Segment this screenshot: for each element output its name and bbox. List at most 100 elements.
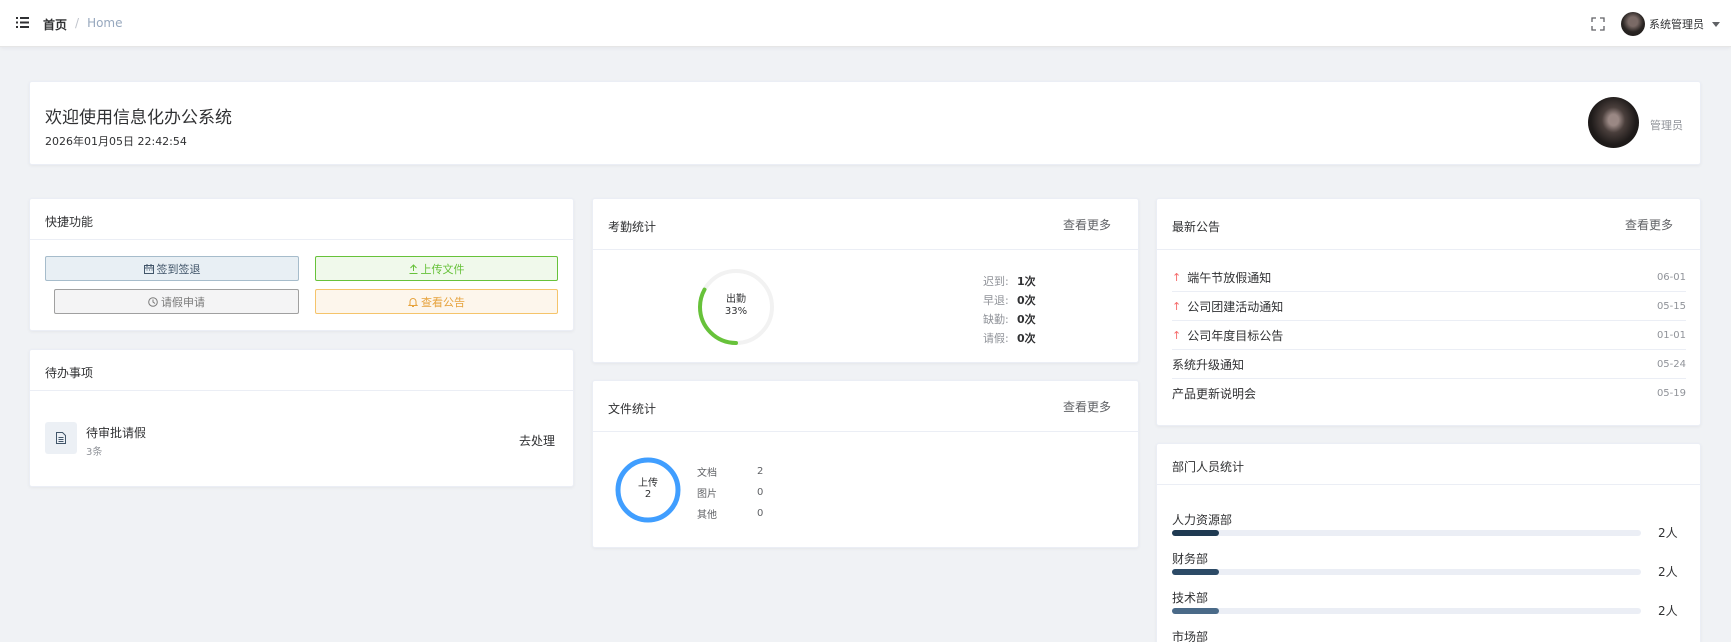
sign-in-out-label: 签到签退 — [156, 262, 201, 276]
file-stats-title: 文件统计 — [608, 402, 657, 416]
notice-item[interactable]: 系统升级通知 05-24 — [1172, 350, 1686, 379]
file-ring-total: 2 — [644, 489, 652, 500]
department-name: 财务部 — [1172, 552, 1209, 566]
notices-more-link[interactable]: 查看更多 — [1625, 216, 1673, 233]
breadcrumb-current: Home — [87, 16, 123, 30]
department-count: 2人 — [1658, 604, 1678, 618]
stat-absent: 缺勤: 0次 — [983, 312, 1036, 326]
department-row: 人力资源部 2人 — [1172, 511, 1686, 540]
file-ring-label: 上传 — [638, 478, 658, 489]
breadcrumb-home[interactable]: 首页 — [43, 16, 67, 33]
card-header: 快捷功能 — [30, 199, 573, 240]
view-notices-label: 查看公告 — [421, 295, 465, 309]
file-stats-card: 文件统计 查看更多 上传 2 文档 2 图片 0 其他 0 — [592, 380, 1139, 548]
card-header: 考勤统计 查看更多 — [593, 199, 1138, 250]
upload-icon — [409, 263, 417, 274]
card-header: 文件统计 查看更多 — [593, 381, 1138, 432]
quick-functions-title: 快捷功能 — [45, 215, 94, 229]
notice-item[interactable]: ↑ 公司年度目标公告 01-01 — [1172, 321, 1686, 350]
leave-request-label: 请假申请 — [161, 295, 205, 309]
sign-in-out-button[interactable]: 签到签退 — [45, 256, 299, 281]
department-bar-track — [1172, 530, 1641, 536]
leave-request-button[interactable]: 请假申请 — [54, 289, 299, 314]
upload-file-label: 上传文件 — [420, 262, 465, 276]
todo-item-count: 3条 — [86, 447, 103, 458]
file-stats-more-link[interactable]: 查看更多 — [1063, 398, 1111, 415]
department-bar-fill — [1172, 569, 1219, 575]
department-stats-card: 部门人员统计 人力资源部 2人 财务部 2人 技术部 2人 市场部 — [1156, 443, 1701, 642]
department-name: 市场部 — [1172, 630, 1209, 642]
notice-item[interactable]: ↑ 端午节放假通知 06-01 — [1172, 263, 1686, 292]
department-bar-fill — [1172, 608, 1219, 614]
bell-icon — [408, 297, 418, 307]
calendar-icon — [143, 263, 154, 274]
department-stats-title: 部门人员统计 — [1172, 460, 1245, 474]
user-role: 管理员 — [1650, 119, 1683, 132]
notice-date: 06-01 — [1656, 271, 1686, 283]
pinned-arrow-icon: ↑ — [1172, 299, 1182, 313]
upload-file-button[interactable]: 上传文件 — [315, 256, 558, 281]
department-bar-track — [1172, 569, 1641, 575]
welcome-card: 欢迎使用信息化办公系统 2026年01月05日 22:42:54 管理员 — [29, 81, 1701, 165]
file-stat-images: 图片 0 — [697, 487, 764, 500]
fullscreen-icon[interactable] — [1591, 17, 1605, 31]
department-count: 2人 — [1658, 565, 1678, 579]
file-stat-other: 其他 0 — [697, 508, 764, 521]
notice-list: ↑ 端午节放假通知 06-01 ↑ 公司团建活动通知 05-15 ↑ 公司年度目标公告 01-0… — [1172, 263, 1686, 408]
department-row: 技术部 2人 — [1172, 589, 1686, 618]
stat-late: 迟到: 1次 — [983, 274, 1036, 288]
stat-leave: 请假: 0次 — [983, 331, 1036, 345]
notice-title: 公司年度目标公告 — [1187, 328, 1284, 343]
notice-date: 05-15 — [1656, 300, 1686, 312]
notices-card: 最新公告 查看更多 ↑ 端午节放假通知 06-01 ↑ 公司团建活动通知 05-15 ↑ 公司… — [1156, 198, 1701, 426]
department-bar-fill — [1172, 530, 1219, 536]
notices-title: 最新公告 — [1172, 220, 1221, 234]
todo-item-title: 待审批请假 — [86, 426, 147, 440]
department-bar-track — [1172, 608, 1641, 614]
user-dropdown[interactable]: 系统管理员 — [1621, 12, 1720, 36]
view-notices-button[interactable]: 查看公告 — [315, 289, 558, 314]
attendance-ring: 出勤 33% — [696, 267, 776, 347]
clock-icon — [148, 296, 158, 307]
notice-item[interactable]: ↑ 公司团建活动通知 05-15 — [1172, 292, 1686, 321]
notice-title: 公司团建活动通知 — [1187, 299, 1284, 314]
file-stats-list: 文档 2 图片 0 其他 0 — [697, 461, 763, 524]
notice-date: 01-01 — [1656, 329, 1686, 341]
file-stat-docs: 文档 2 — [697, 466, 764, 479]
department-name: 技术部 — [1172, 591, 1209, 605]
current-datetime: 2026年01月05日 22:42:54 — [45, 135, 187, 148]
card-header: 最新公告 查看更多 — [1157, 199, 1700, 250]
breadcrumb: 首页 / Home — [43, 16, 123, 33]
pinned-arrow-icon: ↑ — [1172, 270, 1182, 284]
user-name: 系统管理员 — [1649, 18, 1704, 31]
department-row: 市场部 — [1172, 628, 1686, 642]
attendance-more-link[interactable]: 查看更多 — [1063, 216, 1111, 233]
avatar — [1621, 12, 1645, 36]
attendance-stats: 迟到: 1次 早退: 0次 缺勤: 0次 请假: 0次 — [983, 271, 1036, 347]
breadcrumb-separator: / — [75, 16, 80, 30]
attendance-ring-label: 出勤 — [726, 294, 746, 305]
notice-date: 05-24 — [1656, 358, 1686, 370]
attendance-card: 考勤统计 查看更多 出勤 33% 迟到: 1次 早退: 0次 缺勤: 0次 请假: 0次 — [592, 198, 1139, 363]
notice-title: 产品更新说明会 — [1172, 387, 1257, 401]
department-name: 人力资源部 — [1172, 513, 1233, 527]
todo-card: 待办事项 待审批请假 3条 去处理 — [29, 349, 574, 487]
attendance-title: 考勤统计 — [608, 220, 657, 234]
notice-title: 系统升级通知 — [1172, 357, 1245, 372]
department-count: 2人 — [1658, 526, 1678, 540]
notice-item[interactable]: 产品更新说明会 05-19 — [1172, 379, 1686, 408]
pinned-arrow-icon: ↑ — [1172, 328, 1182, 342]
card-header: 待办事项 — [30, 350, 573, 391]
attendance-ring-percent: 33% — [724, 306, 748, 317]
welcome-title: 欢迎使用信息化办公系统 — [45, 108, 232, 128]
quick-functions-card: 快捷功能 签到签退 上传文件 请假申请 查看公告 — [29, 198, 574, 331]
process-link[interactable]: 去处理 — [519, 432, 555, 449]
card-header: 部门人员统计 — [1157, 444, 1700, 485]
department-row: 财务部 2人 — [1172, 550, 1686, 579]
caret-down-icon — [1712, 21, 1720, 27]
notice-title: 端午节放假通知 — [1187, 270, 1272, 285]
stat-early-leave: 早退: 0次 — [983, 293, 1036, 307]
notice-date: 05-19 — [1656, 388, 1686, 399]
todo-title: 待办事项 — [45, 366, 94, 380]
menu-toggle-icon[interactable] — [16, 17, 29, 28]
